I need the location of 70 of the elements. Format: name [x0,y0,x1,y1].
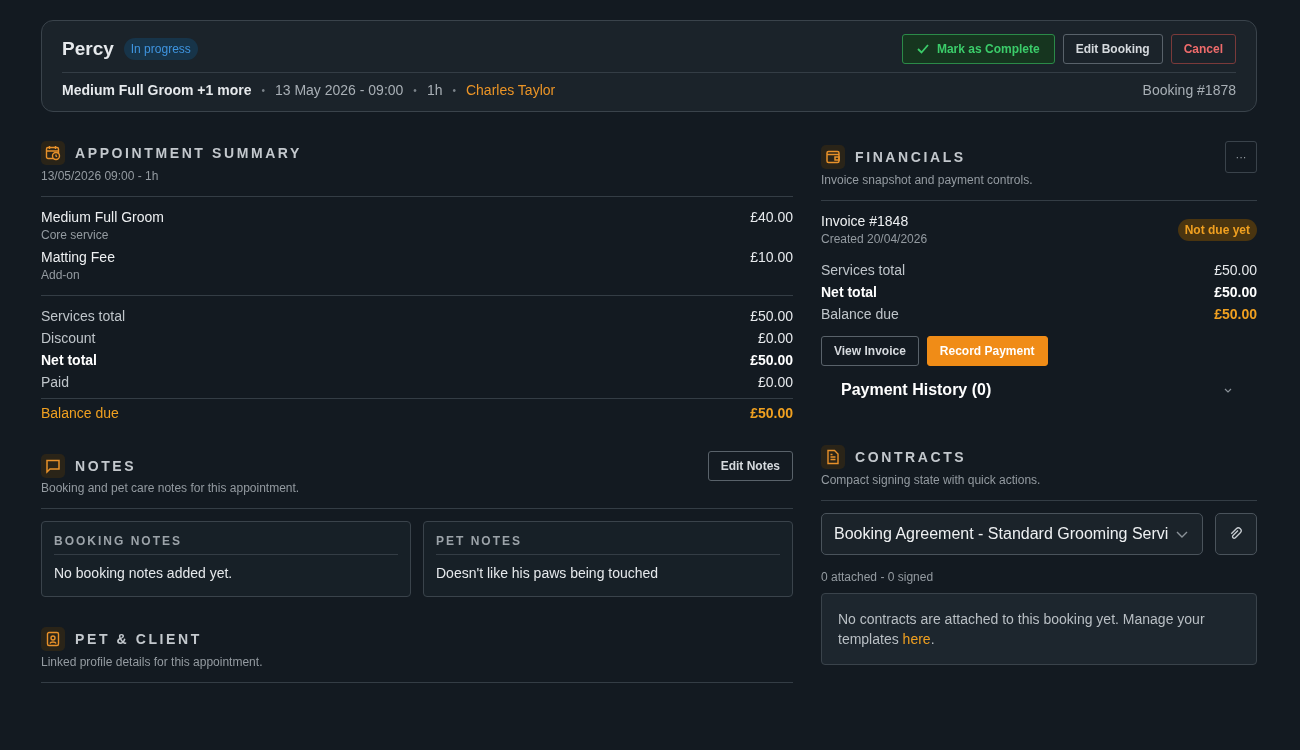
separator-dot: • [452,84,456,96]
duration: 1h [426,82,443,98]
paperclip-icon [1229,527,1243,541]
balance-label: Balance due [41,405,119,421]
notes-text: Doesn't like his paws being touched [436,565,660,581]
view-invoice-button[interactable]: View Invoice [821,336,919,366]
total-value: £0.00 [757,330,793,346]
separator-dot: • [261,84,265,96]
contract-template-select[interactable]: Booking Agreement - Standard Grooming Servi [821,513,1203,555]
total-value: £50.00 [750,352,793,368]
service-type: Core service [41,228,110,242]
section-title: CONTRACTS [855,449,967,465]
total-label: Services total [821,262,906,278]
notes-title: BOOKING NOTES [54,534,398,555]
empty-contracts-message: No contracts are attached to this booking yet. Manage your templates here. [821,593,1257,665]
section-title: PET & CLIENT [75,631,202,647]
attach-button[interactable] [1215,513,1257,555]
section-title: FINANCIALS [855,149,966,165]
separator-dot: • [413,84,417,96]
total-label: Balance due [821,306,899,322]
total-label: Paid [41,374,70,390]
edit-notes-button[interactable]: Edit Notes [707,451,793,481]
notes-text: No booking notes added yet. [54,565,234,581]
status-badge: Not due yet [1177,218,1257,241]
balance-value: £50.00 [750,405,793,421]
chat-icon [41,454,65,478]
section-subtitle: Linked profile details for this appointment. [41,655,264,669]
invoice-number: Invoice #1848 [821,213,910,229]
id-badge-icon [41,627,65,651]
section-title: NOTES [75,458,137,474]
status-badge: In progress [123,38,198,60]
service-type: Add-on [41,268,81,282]
staff-link[interactable]: Charles Taylor [465,82,556,98]
calendar-clock-icon [41,141,65,165]
section-subtitle: Booking and pet care notes for this appointment. [41,481,301,495]
invoice-created-date: Created 20/04/2026 [821,232,928,246]
wallet-icon [821,145,845,169]
pet-name: Percy [62,38,114,60]
service-name: Medium Full Groom +1 more [62,82,252,98]
edit-button[interactable]: Edit Booking [1062,34,1163,64]
total-label: Discount [41,330,96,346]
complete-button[interactable]: Mark as Complete [901,34,1055,64]
check-icon [916,44,929,54]
payment-history-toggle[interactable]: Payment History (0) [821,366,1257,399]
booking-number: Booking #1878 [1142,82,1236,98]
notes-title: PET NOTES [436,534,780,555]
section-subtitle: 13/05/2026 09:00 - 1h [41,169,160,183]
service-name: Matting Fee [41,249,115,265]
total-value: £50.00 [1214,262,1257,278]
templates-link[interactable]: here [902,631,931,647]
service-price: £40.00 [750,209,793,225]
section-subtitle: Compact signing state with quick actions. [821,473,1042,487]
total-value: £50.00 [750,308,793,324]
total-value: £0.00 [757,374,793,390]
cancel-button[interactable]: Cancel [1170,34,1236,64]
total-label: Net total [41,352,97,368]
total-label: Net total [821,284,877,300]
more-button[interactable]: ··· [1225,141,1257,173]
contract-counts: 0 attached - 0 signed [821,570,935,584]
section-subtitle: Invoice snapshot and payment controls. [821,173,1034,187]
document-icon [821,445,845,469]
total-label: Services total [41,308,126,324]
service-price: £10.00 [750,249,793,265]
section-title: APPOINTMENT SUMMARY [75,145,302,161]
appointment-date: 13 May 2026 - 09:00 [274,82,404,98]
chevron-icon [1176,530,1188,538]
chevron-icon [1224,387,1232,393]
total-value: £50.00 [1214,306,1257,322]
total-value: £50.00 [1214,284,1257,300]
service-name: Medium Full Groom [41,209,164,225]
